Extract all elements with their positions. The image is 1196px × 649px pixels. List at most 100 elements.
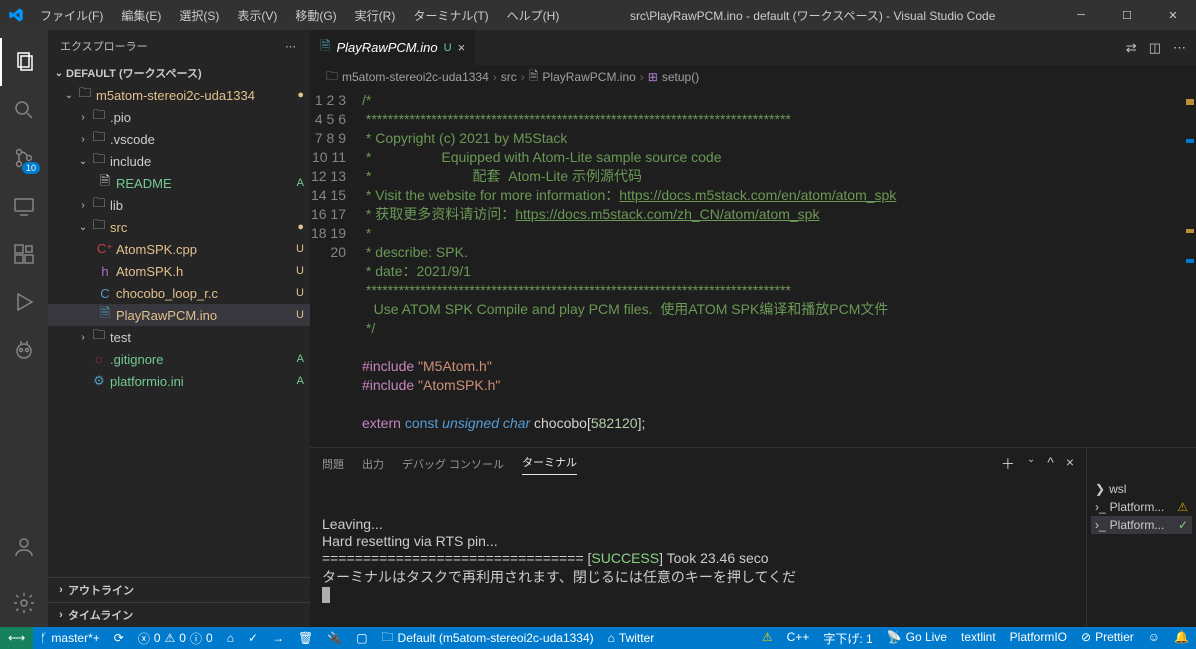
code-editor[interactable]: 1 2 3 4 5 6 7 8 9 10 11 12 13 14 15 16 1… [310,89,1196,447]
window-title: src\PlayRawPCM.ino - default (ワークスペース) -… [567,7,1058,24]
tab-terminal[interactable]: ターミナル [522,454,577,475]
activity-run[interactable] [0,278,48,326]
menu-run[interactable]: 実行(R) [347,3,404,28]
pio-env[interactable]: 🗀 Default (m5atom-stereoi2c-uda1334) [375,627,601,649]
maximize-button[interactable]: ☐ [1104,0,1150,30]
explorer-title: エクスプローラー [60,38,148,54]
activity-explorer[interactable] [0,38,48,86]
more-icon[interactable]: ⋯ [1173,40,1186,56]
timeline-section[interactable]: ›タイムライン [48,602,310,627]
code-content[interactable]: /* *************************************… [362,89,1182,447]
dropdown-icon[interactable]: ⌄ [1027,454,1035,474]
menu-select[interactable]: 選択(S) [171,3,227,28]
editor-tab[interactable]: 🗎 PlayRawPCM.ino U × [310,30,476,65]
file-readme[interactable]: 🗎READMEA [48,172,310,194]
tab-output[interactable]: 出力 [362,456,384,472]
new-terminal-icon[interactable]: ＋ [1001,454,1015,474]
minimize-button[interactable]: ─ [1058,0,1104,30]
pio-terminal-icon[interactable]: ▢ [349,627,374,649]
breadcrumb[interactable]: 🗀 m5atom-stereoi2c-uda1334› src› 🗎 PlayR… [310,65,1196,89]
panel-tabs: 問題 出力 デバッグ コンソール ターミナル ＋ ⌄ ^ × [310,448,1086,480]
close-panel-icon[interactable]: × [1066,454,1074,474]
status-feedback-icon[interactable]: ☺ [1141,630,1167,644]
pio-build-icon[interactable]: ✓ [241,627,265,649]
chevron-down-icon: ⌄ [62,90,76,101]
file-playraw[interactable]: 🗎PlayRawPCM.inoU [48,304,310,326]
pio-clean-icon[interactable]: 🗑 [291,627,320,649]
compare-icon[interactable]: ⇄ [1126,40,1137,56]
file-gitignore[interactable]: ◌.gitignoreA [48,348,310,370]
folder-icon: 🗀 [90,150,108,172]
status-language[interactable]: C++ [780,630,817,644]
check-icon: ✓ [1178,518,1188,532]
activity-search[interactable] [0,86,48,134]
folder-include[interactable]: ⌄🗀include [48,150,310,172]
cpp-icon: C⁺ [96,241,114,257]
activity-remote[interactable] [0,182,48,230]
method-icon: ⊞ [648,70,658,84]
menu-view[interactable]: 表示(V) [229,3,285,28]
minimap-scrollbar[interactable] [1182,89,1196,447]
folder-pio[interactable]: ›🗀.pio [48,106,310,128]
status-warning-icon[interactable]: ⚠ [755,630,780,644]
file-chocobo[interactable]: Cchocobo_loop_r.cU [48,282,310,304]
close-button[interactable]: ✕ [1150,0,1196,30]
chevron-right-icon: › [76,134,90,145]
folder-icon: 🗀 [76,84,94,106]
scm-badge: 10 [22,162,40,174]
tab-problems[interactable]: 問題 [322,456,344,472]
status-twitter[interactable]: ⌂Twitter [601,627,662,649]
remote-indicator[interactable]: ⟷ [0,627,33,649]
activity-scm[interactable]: 10 [0,134,48,182]
activity-settings[interactable] [0,579,48,627]
file-platformio-ini[interactable]: ⚙platformio.iniA [48,370,310,392]
activity-platformio[interactable] [0,326,48,374]
folder-src[interactable]: ⌄🗀src● [48,216,310,238]
c-icon: C [96,286,114,301]
tab-debug-console[interactable]: デバッグ コンソール [402,456,504,472]
ino-icon: 🗎 [96,304,114,326]
status-sync[interactable]: ⟳ [107,627,131,649]
editor-area: 🗎 PlayRawPCM.ino U × ⇄ ◫ ⋯ 🗀 m5atom-ster… [310,30,1196,627]
status-indent[interactable]: 字下げ: 1 [816,630,879,647]
chevron-down-icon: ⌄ [76,222,90,233]
menu-help[interactable]: ヘルプ(H) [499,3,568,28]
terminal-platformio-1[interactable]: ›_Platform...⚠ [1091,498,1192,516]
menu-terminal[interactable]: ターミナル(T) [405,3,496,28]
outline-section[interactable]: ›アウトライン [48,577,310,602]
menu-edit[interactable]: 編集(E) [113,3,169,28]
status-platformio[interactable]: PlatformIO [1003,630,1074,644]
split-icon[interactable]: ◫ [1149,40,1161,56]
status-prettier[interactable]: ⊘ Prettier [1074,630,1141,644]
folder-lib[interactable]: ›🗀lib [48,194,310,216]
task-icon: ›_ [1095,500,1106,514]
pio-home-icon[interactable]: ⌂ [220,627,241,649]
folder-root[interactable]: ⌄ 🗀 m5atom-stereoi2c-uda1334 ● [48,84,310,106]
workspace-root[interactable]: ⌄ DEFAULT (ワークスペース) [48,62,310,84]
folder-test[interactable]: ›🗀test [48,326,310,348]
chevron-down-icon: ⌄ [52,68,66,79]
menubar: ファイル(F) 編集(E) 選択(S) 表示(V) 移動(G) 実行(R) ター… [32,3,567,28]
status-branch[interactable]: ᚶ master*+ [33,627,107,649]
explorer-more-icon[interactable]: ⋯ [285,40,298,53]
folder-icon: 🗀 [90,216,108,238]
menu-file[interactable]: ファイル(F) [32,3,111,28]
terminal[interactable]: Leaving... Hard resetting via RTS pin...… [310,480,1086,627]
maximize-panel-icon[interactable]: ^ [1047,454,1054,474]
pio-upload-icon[interactable]: → [265,627,291,649]
tab-close-icon[interactable]: × [458,40,466,55]
terminal-wsl[interactable]: ❯wsl [1091,480,1192,498]
pio-monitor-icon[interactable]: 🔌 [320,627,349,649]
file-atomspk-h[interactable]: hAtomSPK.hU [48,260,310,282]
status-textlint[interactable]: textlint [954,630,1003,644]
terminal-list: ❯wsl ›_Platform...⚠ ›_Platform...✓ [1086,448,1196,627]
terminal-platformio-2[interactable]: ›_Platform...✓ [1091,516,1192,534]
status-golive[interactable]: 📡 Go Live [880,630,954,644]
activity-extensions[interactable] [0,230,48,278]
status-problems[interactable]: ⓧ 0 ⚠ 0 ⓘ 0 [131,627,220,649]
activity-account[interactable] [0,523,48,571]
folder-vscode[interactable]: ›🗀.vscode [48,128,310,150]
file-atomspk-cpp[interactable]: C⁺AtomSPK.cppU [48,238,310,260]
status-bell-icon[interactable]: 🔔 [1167,630,1196,644]
menu-go[interactable]: 移動(G) [287,3,344,28]
